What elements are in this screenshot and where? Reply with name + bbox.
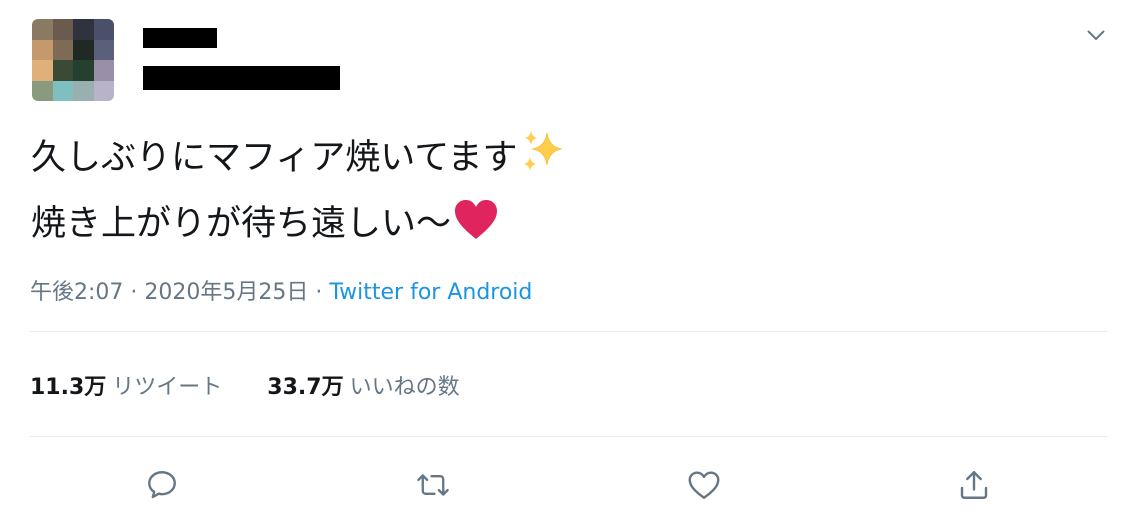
tweet-line-2: 焼き上がりが待ち遠しい〜 xyxy=(31,204,452,244)
sparkles-emoji xyxy=(520,129,566,194)
tweet-date[interactable]: 2020年5月25日 xyxy=(144,280,308,305)
likes-label: いいねの数 xyxy=(349,375,460,400)
red-heart-emoji xyxy=(453,199,499,260)
avatar[interactable] xyxy=(32,19,114,101)
tweet-stats: 11.3万 リツイート 33.7万 いいねの数 xyxy=(30,373,498,403)
share-icon xyxy=(960,471,988,499)
tweet-text: 久しぶりにマフィア焼いてます 焼き上がりが待ち遠しい〜 xyxy=(31,128,566,260)
retweets-count: 11.3万 xyxy=(30,375,107,400)
reply-icon xyxy=(148,471,176,499)
share-button[interactable] xyxy=(951,462,997,508)
redacted-display-name xyxy=(143,28,217,48)
retweet-button[interactable] xyxy=(410,462,456,508)
reply-button[interactable] xyxy=(139,462,185,508)
meta-separator: · xyxy=(308,280,330,305)
tweet-time[interactable]: 午後2:07 xyxy=(30,280,123,305)
tweet-source-link[interactable]: Twitter for Android xyxy=(329,280,532,305)
retweet-icon xyxy=(417,474,449,496)
meta-separator: · xyxy=(123,280,145,305)
chevron-down-icon[interactable] xyxy=(1084,24,1108,46)
retweets-stat[interactable]: 11.3万 リツイート xyxy=(30,375,222,400)
likes-stat[interactable]: 33.7万 いいねの数 xyxy=(267,375,459,400)
redacted-username xyxy=(143,66,340,90)
retweets-label: リツイート xyxy=(112,375,223,400)
tweet-line-1: 久しぶりにマフィア焼いてます xyxy=(31,138,518,178)
divider xyxy=(30,436,1108,437)
tweet-meta: 午後2:07 · 2020年5月25日 · Twitter for Androi… xyxy=(30,278,532,308)
divider xyxy=(30,331,1108,332)
likes-count: 33.7万 xyxy=(267,375,344,400)
like-icon xyxy=(688,471,720,499)
tweet-actions xyxy=(0,462,1136,508)
like-button[interactable] xyxy=(681,462,727,508)
